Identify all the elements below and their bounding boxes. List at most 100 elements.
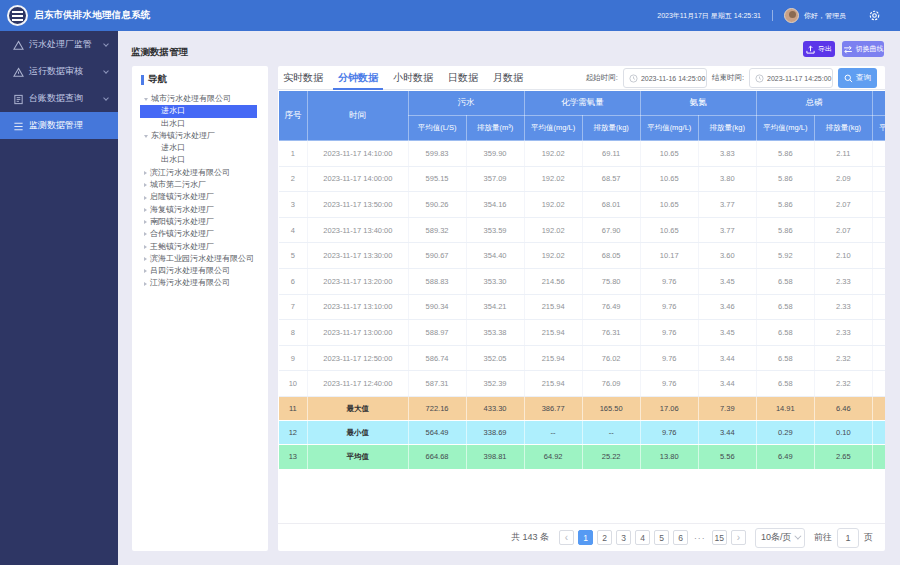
page-button-5[interactable]: 5 [654,530,669,545]
tree-node-label: 吕四污水处理有限公司 [150,265,230,277]
tree-node-label: 城市第二污水厂 [150,179,206,191]
table-row: 92023-11-17 12:50:00586.74352.05215.9476… [279,345,886,371]
page-button-2[interactable]: 2 [597,530,612,545]
end-time-input[interactable]: 2023-11-17 14:25:00 [749,68,833,88]
tree-node-13[interactable]: 王鲍镇污水处理厂 [132,241,268,253]
prev-page-button[interactable]: ‹ [559,530,574,545]
export-button[interactable]: 导出 [803,41,835,57]
tree-node-8[interactable]: 城市第二污水厂 [132,179,268,191]
search-button[interactable]: 查询 [838,68,877,88]
header-datetime: 2023年11月17日 星期五 14:25:31 [657,11,761,21]
sidebar-item-label: 台账数据查询 [29,92,83,105]
table-row: 12023-11-17 14:10:00599.83359.90192.0269… [279,141,886,167]
total-count: 共 143 条 [511,531,549,544]
tree-node-15[interactable]: 吕四污水处理有限公司 [132,265,268,277]
goto-page-input[interactable]: 1 [837,528,859,548]
sub-header: 平均值(mg/L) [872,116,885,141]
summary-row-最大值: 11最大值722.16433.30386.77165.5017.067.3914… [279,396,886,420]
sidebar-item-3[interactable]: 台账数据查询 [0,85,118,112]
table-row: 82023-11-17 13:00:00588.97353.38215.9476… [279,320,886,346]
group-header: 化学需氧量 [524,91,640,116]
page-button-6[interactable]: 6 [673,530,688,545]
col-header-序号: 序号 [279,91,308,141]
plant-monitor-icon [13,40,23,50]
sub-header: 排放量(kg) [814,116,872,141]
sub-header: 平均值(L/S) [408,116,466,141]
tree-node-5[interactable]: 进水口 [132,142,268,154]
pagination-bar: 共 143 条 ‹ 123456···15 › 10条/页 前往 1 页 [278,523,885,551]
tree-node-12[interactable]: 合作镇污水处理厂 [132,228,268,240]
page-title: 监测数据管理 [131,46,188,59]
sidebar-item-4[interactable]: 监测数据管理 [0,112,118,139]
tab-日数据[interactable]: 日数据 [448,66,478,90]
page-button-4[interactable]: 4 [635,530,650,545]
page-button-3[interactable]: 3 [616,530,631,545]
chevron-down-icon [794,533,801,540]
tree-caret-icon [144,171,147,175]
sidebar-item-2[interactable]: 运行数据审核 [0,58,118,85]
gear-icon[interactable] [868,9,881,22]
sub-header: 平均值(mg/L) [524,116,582,141]
sub-header: 排放量(kg) [698,116,756,141]
tree-node-1[interactable]: 城市污水处理有限公司 [132,93,268,105]
tree-node-6[interactable]: 出水口 [132,154,268,166]
tree-node-4[interactable]: 东海镇污水处理厂 [132,130,268,142]
tree-node-label: 城市污水处理有限公司 [151,93,231,105]
tree-node-2[interactable]: 进水口 [140,105,257,117]
tree-node-label: 进水口 [161,105,185,117]
next-page-button[interactable]: › [731,530,746,545]
start-time-label: 起始时间: [586,73,618,83]
tab-分钟数据[interactable]: 分钟数据 [338,66,378,90]
switch-curve-button[interactable]: 切换曲线 [842,41,884,57]
tab-月数据[interactable]: 月数据 [493,66,523,90]
tree-node-label: 南阳镇污水处理厂 [150,216,214,228]
chevron-down-icon [103,41,109,47]
group-header: 氨氮 [640,91,756,116]
user-greeting: 你好，管理员 [804,11,846,21]
sub-header: 平均值(mg/L) [640,116,698,141]
page-button-···[interactable]: ··· [692,530,708,545]
top-header-bar: 启东市供排水地理信息系统 2023年11月17日 星期五 14:25:31 你好… [0,0,900,31]
tab-小时数据[interactable]: 小时数据 [393,66,433,90]
tree-node-14[interactable]: 滨海工业园污水处理有限公司 [132,253,268,265]
page-button-15[interactable]: 15 [712,530,727,545]
tree-node-label: 东海镇污水处理厂 [151,130,215,142]
tree-caret-icon [144,220,147,224]
tree-node-9[interactable]: 启隆镇污水处理厂 [132,191,268,203]
sub-header: 排放量(kg) [582,116,640,141]
data-table: 序号时间污水化学需氧量氨氮总磷平均值(L/S)排放量(m³)平均值(mg/L)排… [278,90,885,470]
tree-caret-icon [144,245,147,249]
plant-tree: 城市污水处理有限公司进水口出水口东海镇污水处理厂进水口出水口滨江污水处理有限公司… [132,93,268,290]
sidebar-item-label: 运行数据审核 [29,65,83,78]
tree-node-10[interactable]: 海复镇污水处理厂 [132,204,268,216]
col-header-时间: 时间 [308,91,408,141]
sub-header: 排放量(m³) [466,116,524,141]
monitor-data-icon [13,121,23,131]
tree-node-11[interactable]: 南阳镇污水处理厂 [132,216,268,228]
nav-accent-bar [141,75,144,85]
tab-实时数据[interactable]: 实时数据 [283,66,323,90]
tree-node-label: 王鲍镇污水处理厂 [150,241,214,253]
tree-node-label: 江海污水处理有限公司 [150,277,230,289]
page-button-1[interactable]: 1 [578,530,593,545]
sidebar-item-1[interactable]: 污水处理厂监管 [0,31,118,58]
sub-header: 平均值(mg/L) [756,116,814,141]
tree-node-7[interactable]: 滨江污水处理有限公司 [132,167,268,179]
page-size-select[interactable]: 10条/页 [755,528,805,548]
goto-suffix: 页 [864,531,873,544]
chevron-down-icon [103,95,109,101]
start-time-input[interactable]: 2023-11-16 14:25:00 [623,68,707,88]
summary-row-最小值: 12最小值564.49338.69----9.763.440.290.10 [279,421,886,445]
tree-caret-icon [144,135,148,138]
table-row: 72023-11-17 13:10:00590.34354.21215.9476… [279,294,886,320]
table-row: 102023-11-17 12:40:00587.31352.39215.947… [279,371,886,397]
tree-node-3[interactable]: 出水口 [132,118,268,130]
tree-caret-icon [144,196,147,200]
tree-node-label: 滨海工业园污水处理有限公司 [150,253,254,265]
tree-caret-icon [144,98,148,101]
export-icon [806,45,815,54]
tree-node-label: 出水口 [161,118,185,130]
app-title: 启东市供排水地理信息系统 [34,9,150,22]
data-audit-icon [13,67,23,77]
tree-node-16[interactable]: 江海污水处理有限公司 [132,277,268,289]
